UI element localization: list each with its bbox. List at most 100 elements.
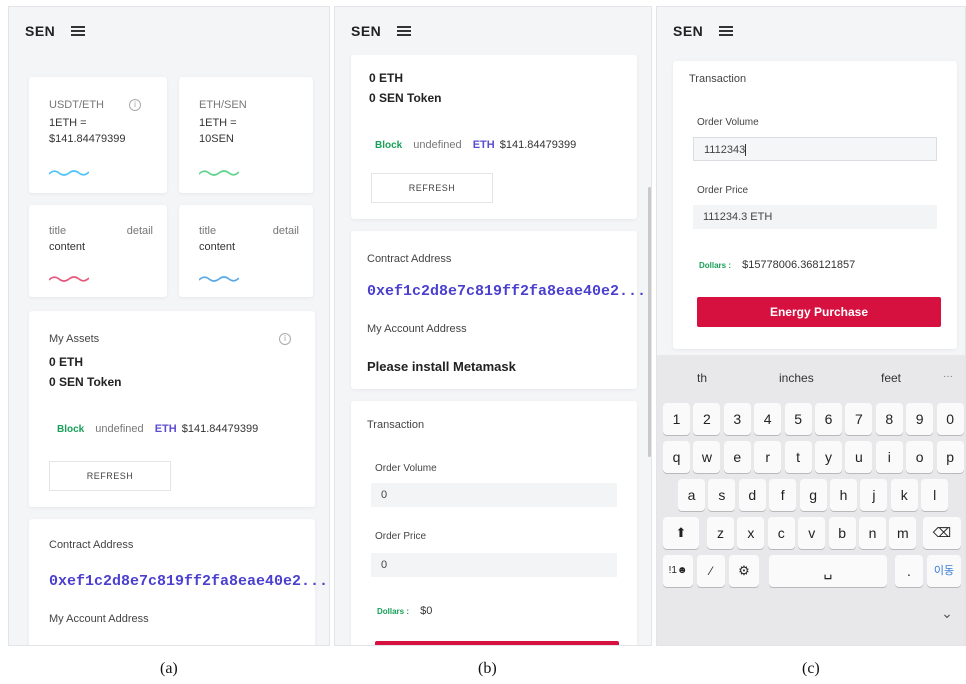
key-6[interactable]: 6 <box>815 403 842 435</box>
key-x[interactable]: x <box>737 517 765 549</box>
key-8[interactable]: 8 <box>875 403 903 435</box>
info-icon[interactable]: i <box>279 333 291 345</box>
key-o[interactable]: o <box>906 441 934 473</box>
suggestion-item[interactable]: feet <box>881 371 901 385</box>
key-y[interactable]: y <box>815 441 842 473</box>
key-t[interactable]: t <box>784 441 812 473</box>
top-bar: SEN <box>9 7 329 55</box>
key-b[interactable]: b <box>828 517 856 549</box>
block-value: undefined <box>413 139 462 151</box>
collapse-keyboard-icon[interactable]: ⌄ <box>935 603 959 623</box>
suggestion-item[interactable]: inches <box>779 371 814 385</box>
key-u[interactable]: u <box>845 441 873 473</box>
order-price-input[interactable]: 0 <box>371 553 617 577</box>
key-w[interactable]: w <box>693 441 721 473</box>
card-detail: detail <box>272 225 299 237</box>
hamburger-menu-icon[interactable] <box>397 26 412 36</box>
usdt-eth-card: USDT/ETH i 1ETH = $141.84479399 <box>29 77 167 193</box>
settings-gear-icon[interactable]: ⚙ <box>729 555 759 587</box>
dollars-label: Dollars : <box>377 607 410 616</box>
contract-address[interactable]: 0xef1c2d8e7c819ff2fa8eae40e2... <box>367 283 646 300</box>
key-v[interactable]: v <box>798 517 826 549</box>
key-1[interactable]: 1 <box>663 403 690 435</box>
order-volume-input[interactable]: 1112343 <box>693 137 937 161</box>
key-g[interactable]: g <box>799 479 827 511</box>
key-period[interactable]: . <box>895 555 923 587</box>
eth-price: $141.84479399 <box>499 139 577 151</box>
language-switch-key[interactable]: 이동 <box>927 555 961 587</box>
symbols-key[interactable]: !1☻ <box>663 555 693 587</box>
card-content: content <box>199 241 236 253</box>
dollars-label: Dollars : <box>699 261 732 270</box>
energy-purchase-button[interactable] <box>375 641 619 645</box>
key-i[interactable]: i <box>875 441 903 473</box>
card-value: 10SEN <box>199 133 234 145</box>
dollars-row: Dollars : $15778006.368121857 <box>699 259 855 271</box>
key-e[interactable]: e <box>723 441 751 473</box>
key-9[interactable]: 9 <box>906 403 934 435</box>
wave-icon <box>199 170 239 176</box>
eth-balance: 0 ETH <box>369 71 404 85</box>
wave-icon <box>199 276 239 282</box>
key-n[interactable]: n <box>859 517 886 549</box>
backspace-icon[interactable]: ⌫ <box>923 517 961 549</box>
info-icon[interactable]: i <box>129 99 141 111</box>
key-4[interactable]: 4 <box>754 403 782 435</box>
refresh-button[interactable]: REFRESH <box>371 173 493 203</box>
account-heading: My Account Address <box>49 613 149 625</box>
card-content: content <box>49 241 86 253</box>
card-title: USDT/ETH <box>49 99 104 111</box>
key-c[interactable]: c <box>767 517 795 549</box>
caption-c: (c) <box>802 660 820 677</box>
key-2[interactable]: 2 <box>693 403 721 435</box>
eth-label: ETH <box>472 139 495 151</box>
key-k[interactable]: k <box>890 479 918 511</box>
key-j[interactable]: j <box>860 479 888 511</box>
order-price-input[interactable]: 111234.3 ETH <box>693 205 937 229</box>
brand-logo: SEN <box>25 23 56 39</box>
key-z[interactable]: z <box>707 517 734 549</box>
sen-balance: 0 SEN Token <box>49 375 122 389</box>
key-l[interactable]: l <box>921 479 949 511</box>
assets-heading: My Assets <box>49 333 100 345</box>
shift-icon[interactable]: ⬆ <box>663 517 699 549</box>
dollars-value: $15778006.368121857 <box>742 259 856 271</box>
key-h[interactable]: h <box>830 479 857 511</box>
card-detail: detail <box>126 225 153 237</box>
key-r[interactable]: r <box>754 441 782 473</box>
key-7[interactable]: 7 <box>845 403 873 435</box>
transaction-heading: Transaction <box>367 419 425 431</box>
block-label: Block <box>375 140 403 151</box>
key-m[interactable]: m <box>889 517 917 549</box>
key-0[interactable]: 0 <box>936 403 964 435</box>
order-volume-input[interactable]: 0 <box>371 483 617 507</box>
key-a[interactable]: a <box>678 479 705 511</box>
scrollbar[interactable] <box>648 187 651 457</box>
block-row: Block undefined ETH $141.84479399 <box>57 423 258 435</box>
key-5[interactable]: 5 <box>784 403 812 435</box>
space-bar[interactable]: ␣ <box>769 555 887 587</box>
my-assets-card: 0 ETH 0 SEN Token Block undefined ETH $1… <box>351 55 637 219</box>
more-suggestions-icon[interactable]: ··· <box>943 371 953 382</box>
suggestion-item[interactable]: th <box>697 371 707 385</box>
brand-logo: SEN <box>673 23 704 39</box>
card-line: 1ETH = <box>199 117 237 129</box>
caption-a: (a) <box>160 660 178 677</box>
key-q[interactable]: q <box>663 441 690 473</box>
energy-purchase-button[interactable]: Energy Purchase <box>697 297 941 327</box>
refresh-button[interactable]: REFRESH <box>49 461 171 491</box>
fraction-icon[interactable]: ⁄ <box>697 555 725 587</box>
key-f[interactable]: f <box>769 479 797 511</box>
sen-balance: 0 SEN Token <box>369 91 442 105</box>
block-row: Block undefined ETH $141.84479399 <box>375 139 576 151</box>
block-label: Block <box>57 424 85 435</box>
key-s[interactable]: s <box>708 479 736 511</box>
key-3[interactable]: 3 <box>723 403 751 435</box>
key-d[interactable]: d <box>738 479 766 511</box>
transaction-card: Transaction Order Volume 0 Order Price 0… <box>351 401 637 645</box>
contract-address[interactable]: 0xef1c2d8e7c819ff2fa8eae40e2... <box>49 573 328 590</box>
hamburger-menu-icon[interactable] <box>719 26 734 36</box>
hamburger-menu-icon[interactable] <box>71 26 86 36</box>
text-cursor <box>745 144 747 157</box>
key-p[interactable]: p <box>936 441 964 473</box>
